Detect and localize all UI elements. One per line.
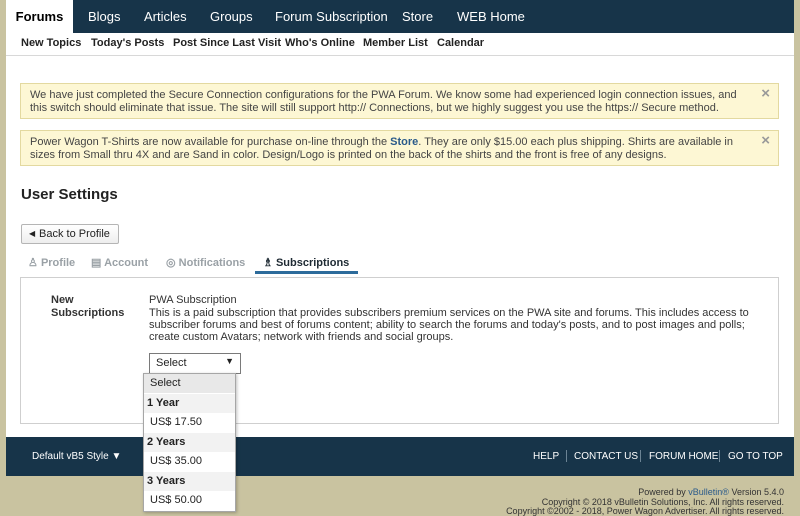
- footer-help-link[interactable]: HELP: [533, 451, 559, 462]
- subnav-member-list[interactable]: Member List: [363, 37, 428, 49]
- version-text: Version 5.4.0: [731, 487, 784, 497]
- label-line: New: [51, 294, 74, 306]
- page-title: User Settings: [21, 186, 118, 203]
- style-selector[interactable]: Default vB5 Style ▼: [32, 451, 121, 462]
- option-select[interactable]: Select: [144, 374, 235, 393]
- subscription-select[interactable]: Select ▼: [149, 353, 241, 374]
- footer-contact-us-link[interactable]: CONTACT US: [574, 451, 638, 462]
- store-link[interactable]: Store: [390, 136, 418, 148]
- subscription-description: This is a paid subscription that provide…: [149, 307, 749, 343]
- active-tab-indicator: [255, 271, 358, 274]
- select-value: Select: [156, 357, 187, 369]
- notice-text: We have just completed the Secure Connec…: [30, 89, 737, 114]
- footer-go-to-top-link[interactable]: GO TO TOP: [728, 451, 783, 462]
- notice-tshirts: Power Wagon T-Shirts are now available f…: [20, 130, 779, 166]
- option-3-years-price[interactable]: US$ 50.00: [144, 491, 235, 510]
- tab-notifications[interactable]: ◎ Notifications: [166, 256, 245, 269]
- subnav-post-since-last-visit[interactable]: Post Since Last Visit: [173, 37, 281, 49]
- subnav-todays-posts[interactable]: Today's Posts: [91, 37, 164, 49]
- subscription-name: PWA Subscription: [149, 294, 237, 306]
- powered-prefix: Powered by: [638, 487, 686, 497]
- page-frame: Forums Blogs Articles Groups Forum Subsc…: [6, 0, 794, 476]
- powered-by: Powered by vBulletin® Version 5.4.0: [638, 487, 784, 497]
- back-button-label: Back to Profile: [39, 228, 110, 240]
- close-icon[interactable]: ×: [761, 86, 770, 101]
- tab-profile[interactable]: ♙ Profile: [28, 256, 75, 269]
- arrow-left-icon: ◀: [29, 229, 36, 238]
- subscriptions-panel: [20, 277, 779, 424]
- subnav-whos-online[interactable]: Who's Online: [285, 37, 355, 49]
- footer-forum-home-link[interactable]: FORUM HOME: [649, 451, 718, 462]
- option-group-1-year: 1 Year: [144, 393, 235, 413]
- notice-secure-connection: We have just completed the Secure Connec…: [20, 83, 779, 119]
- tab-label: Account: [104, 257, 149, 269]
- back-to-profile-button[interactable]: ◀ Back to Profile: [21, 224, 119, 244]
- tab-forum-subscription[interactable]: Forum Subscription: [275, 0, 388, 33]
- tab-groups[interactable]: Groups: [210, 0, 253, 33]
- notice-text-before: Power Wagon T-Shirts are now available f…: [30, 136, 388, 148]
- subscription-dropdown-list: Select 1 Year US$ 17.50 2 Years US$ 35.0…: [143, 373, 236, 512]
- vbulletin-link[interactable]: vBulletin®: [688, 487, 729, 497]
- notifications-icon: ◎: [166, 257, 176, 269]
- tab-label: Profile: [40, 257, 76, 269]
- notice-text: Power Wagon T-Shirts are now available f…: [30, 136, 740, 162]
- option-group-3-years: 3 Years: [144, 471, 235, 491]
- tab-subscriptions[interactable]: ♗ Subscriptions: [263, 256, 349, 269]
- profile-icon: ♙: [28, 257, 38, 269]
- tab-forums[interactable]: Forums: [6, 0, 73, 33]
- option-1-year-price[interactable]: US$ 17.50: [144, 413, 235, 432]
- footer-divider: [719, 450, 720, 462]
- copyright-site: Copyright ©2002 - 2018, Power Wagon Adve…: [506, 506, 784, 516]
- tab-web-home[interactable]: WEB Home: [457, 0, 525, 33]
- option-group-2-years: 2 Years: [144, 432, 235, 452]
- footer-bar: Default vB5 Style ▼ HELP CONTACT US FORU…: [6, 437, 794, 476]
- tab-account[interactable]: ▤ Account: [91, 256, 148, 269]
- subscriptions-icon: ♗: [263, 257, 273, 269]
- tab-label: Subscriptions: [275, 257, 350, 269]
- subnav-new-topics[interactable]: New Topics: [21, 37, 81, 49]
- tab-store[interactable]: Store: [402, 0, 433, 33]
- new-subscriptions-label: New Subscriptions: [51, 294, 124, 320]
- tab-label: Notifications: [178, 257, 246, 269]
- footer-divider: [640, 450, 641, 462]
- footer-divider: [566, 450, 567, 462]
- account-icon: ▤: [91, 257, 102, 269]
- top-navigation: Forums Blogs Articles Groups Forum Subsc…: [6, 0, 794, 33]
- chevron-down-icon: ▼: [225, 356, 234, 366]
- tab-blogs[interactable]: Blogs: [88, 0, 121, 33]
- tab-articles[interactable]: Articles: [144, 0, 187, 33]
- option-2-years-price[interactable]: US$ 35.00: [144, 452, 235, 471]
- label-line: Subscriptions: [51, 307, 125, 319]
- close-icon[interactable]: ×: [761, 133, 770, 148]
- subnav-calendar[interactable]: Calendar: [437, 37, 484, 49]
- sub-navigation: New Topics Today's Posts Post Since Last…: [6, 33, 794, 56]
